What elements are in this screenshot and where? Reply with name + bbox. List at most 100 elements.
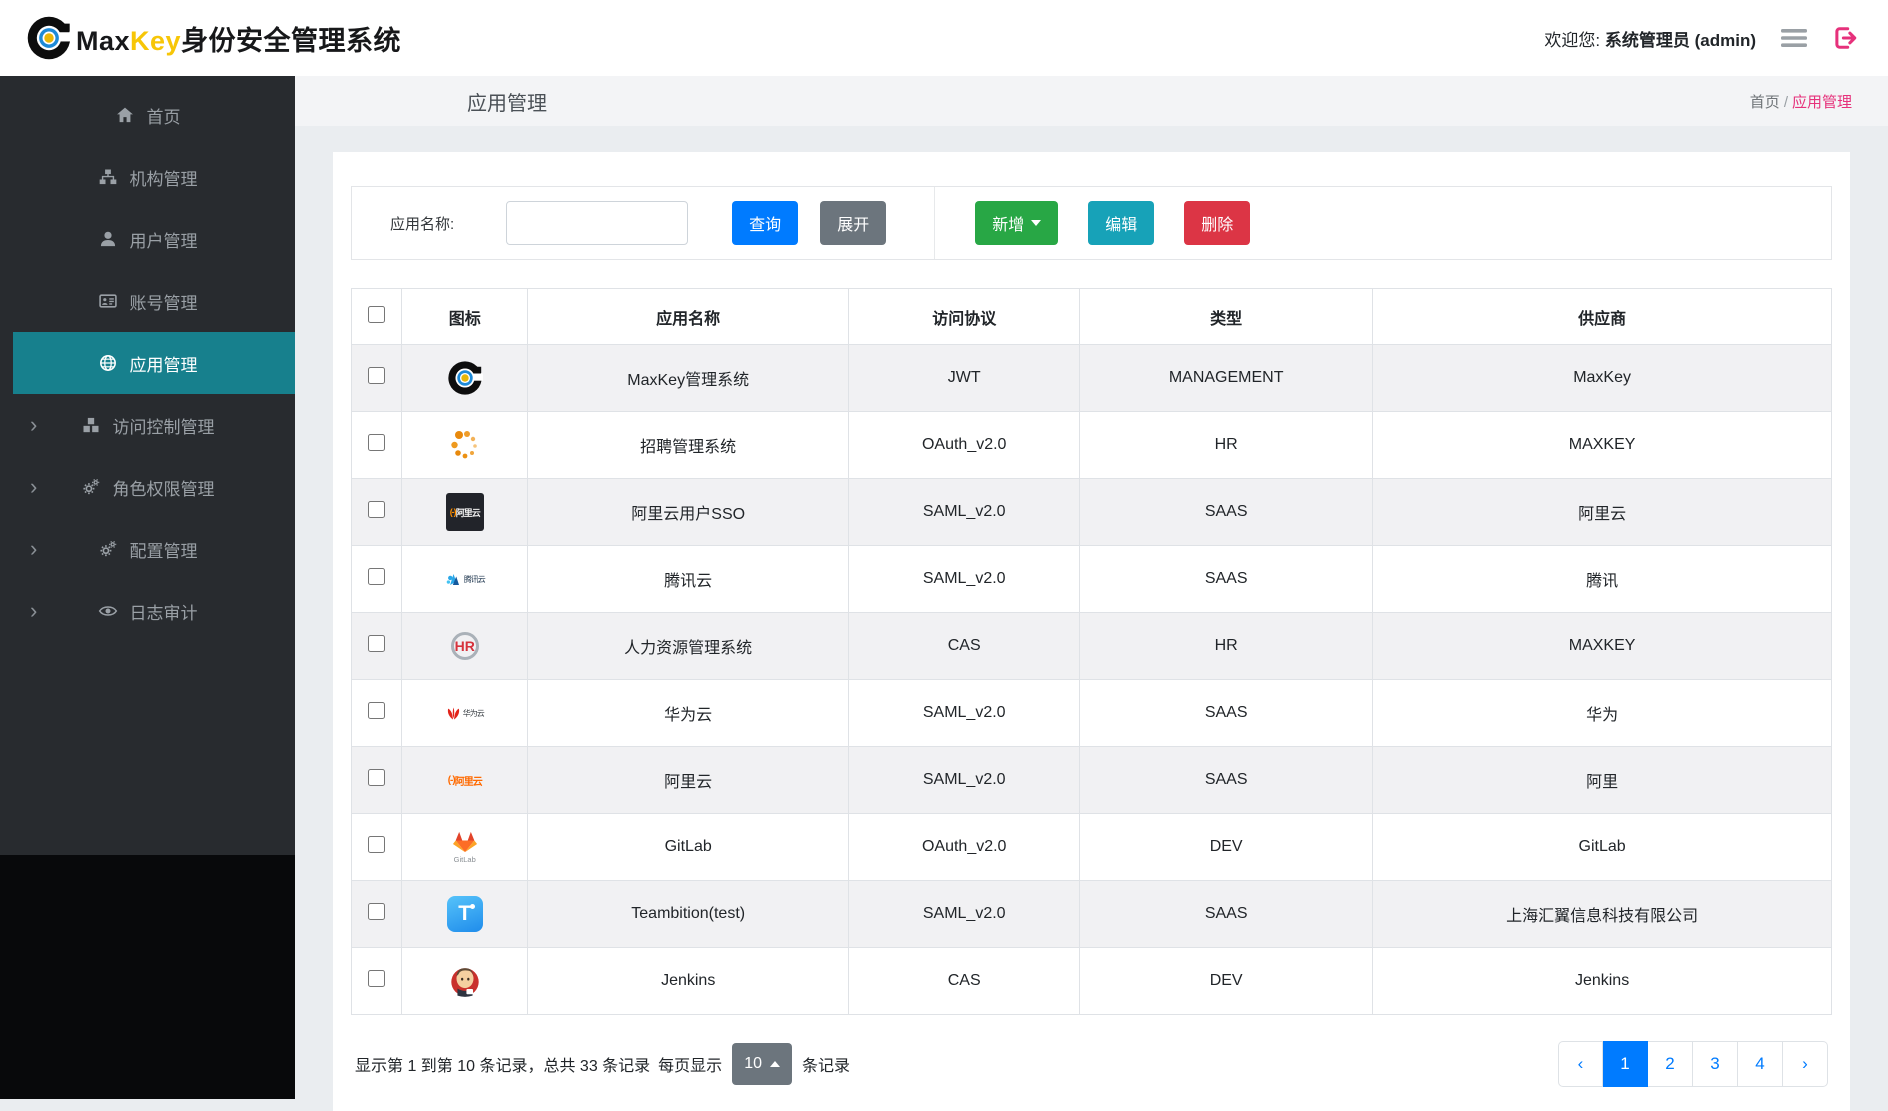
type-cell: SAAS bbox=[1079, 679, 1374, 747]
type-cell: DEV bbox=[1079, 947, 1374, 1015]
aliyun-light-icon: (-) 阿里云 bbox=[447, 774, 483, 788]
sidebar-item-label: 应用管理 bbox=[129, 355, 198, 375]
row-icon-cell: T bbox=[401, 880, 529, 948]
table-row: Jenkins CAS DEV Jenkins bbox=[350, 947, 1832, 1015]
user-icon bbox=[100, 231, 115, 247]
table-row: (-) 阿里云 阿里云 SAML_v2.0 SAAS 阿里 bbox=[350, 746, 1832, 814]
app-name-input[interactable] bbox=[506, 201, 689, 245]
page-button-group: ‹ 1 2 3 4 › bbox=[1558, 1041, 1828, 1087]
sidebar-item-label: 日志审计 bbox=[129, 603, 198, 623]
breadcrumb: 首页 / 应用管理 bbox=[1749, 93, 1852, 111]
page-title: 应用管理 bbox=[467, 92, 547, 115]
vendor-cell: MaxKey bbox=[1372, 344, 1832, 412]
protocol-cell: SAML_v2.0 bbox=[848, 880, 1081, 948]
maxkey-admin-app: MaxKey身份安全管理系统 欢迎您: 系统管理员 (admin) 首页 机构管理… bbox=[0, 0, 1888, 1111]
welcome-text: 欢迎您: 系统管理员 (admin) bbox=[1544, 30, 1756, 50]
row-select-cell bbox=[350, 880, 403, 948]
vendor-cell: 阿里云 bbox=[1372, 478, 1832, 546]
maxkey-logo-icon bbox=[403, 358, 527, 398]
breadcrumb-home-link[interactable]: 首页 bbox=[1750, 94, 1780, 111]
page-header: 应用管理 首页 / 应用管理 bbox=[295, 76, 1888, 126]
breadcrumb-current: 应用管理 bbox=[1791, 93, 1852, 111]
sidebar-item-account[interactable]: 账号管理 bbox=[0, 270, 295, 332]
select-all-checkbox[interactable] bbox=[368, 305, 386, 323]
gears-icon bbox=[99, 540, 116, 557]
page-button-4[interactable]: 4 bbox=[1738, 1041, 1783, 1087]
row-checkbox[interactable] bbox=[368, 635, 386, 652]
protocol-cell: SAML_v2.0 bbox=[848, 746, 1081, 814]
row-select-cell bbox=[350, 612, 403, 680]
vendor-cell: MAXKEY bbox=[1372, 411, 1832, 479]
apps-table: 图标 应用名称 访问协议 类型 供应商 MaxKey管理系统 JWT MANAGEM… bbox=[350, 288, 1832, 1015]
page-button-2[interactable]: 2 bbox=[1648, 1041, 1693, 1087]
table-row: MaxKey管理系统 JWT MANAGEMENT MaxKey bbox=[350, 344, 1832, 412]
col-protocol: 访问协议 bbox=[848, 288, 1081, 345]
row-checkbox[interactable] bbox=[368, 903, 386, 920]
row-select-cell bbox=[350, 746, 403, 814]
row-icon-cell: HR bbox=[401, 612, 529, 680]
content: 应用管理 首页 / 应用管理 应用名称: 查询 展开 新增 编辑 删除 图标 应… bbox=[295, 76, 1888, 1111]
delete-button[interactable]: 删除 bbox=[1184, 201, 1251, 245]
page-size-dropdown[interactable]: 10 bbox=[732, 1043, 792, 1085]
maxkey-logo-icon bbox=[26, 15, 72, 61]
hr-system-icon: HR bbox=[403, 626, 527, 666]
row-checkbox[interactable] bbox=[368, 367, 386, 384]
eye-icon bbox=[98, 606, 117, 616]
sidebar-item-audit[interactable]: › 日志审计 bbox=[0, 580, 295, 642]
row-checkbox[interactable] bbox=[368, 434, 386, 451]
row-checkbox[interactable] bbox=[368, 501, 386, 518]
app-name-label: 应用名称: bbox=[390, 215, 455, 233]
sidebar-item-label: 访问控制管理 bbox=[112, 417, 215, 437]
protocol-cell: OAuth_v2.0 bbox=[848, 411, 1081, 479]
logout-icon[interactable] bbox=[1832, 25, 1858, 51]
sidebar-item-home[interactable]: 首页 bbox=[0, 84, 295, 146]
cubes-icon bbox=[83, 417, 98, 433]
teambition-icon: T bbox=[403, 894, 527, 934]
row-checkbox[interactable] bbox=[368, 836, 386, 853]
row-checkbox[interactable] bbox=[368, 970, 386, 987]
vendor-cell: MAXKEY bbox=[1372, 612, 1832, 680]
col-vendor: 供应商 bbox=[1372, 288, 1832, 345]
expand-button[interactable]: 展开 bbox=[820, 201, 887, 245]
vendor-cell: Jenkins bbox=[1372, 947, 1832, 1015]
sidebar-menu: 首页 机构管理 用户管理 账号管理 应用管理 › 访问控制管理 › 角色权限管理 › 配置管理 › 日志… bbox=[0, 76, 295, 855]
col-icon: 图标 bbox=[401, 288, 529, 345]
add-button[interactable]: 新增 bbox=[975, 201, 1059, 245]
row-select-cell bbox=[350, 813, 403, 881]
sidebar-item-app[interactable]: 应用管理 bbox=[0, 332, 295, 394]
sidebar-item-user[interactable]: 用户管理 bbox=[0, 208, 295, 270]
page-button-3[interactable]: 3 bbox=[1693, 1041, 1738, 1087]
row-select-cell bbox=[350, 679, 403, 747]
row-checkbox[interactable] bbox=[368, 702, 386, 719]
row-icon-cell: 腾讯云 bbox=[401, 545, 529, 613]
table-row: T Teambition(test) SAML_v2.0 SAAS 上海汇翼信息科技有限… bbox=[350, 880, 1832, 948]
gitlab-icon: GitLab bbox=[403, 827, 527, 867]
page-button-1[interactable]: 1 bbox=[1603, 1041, 1648, 1087]
type-cell: MANAGEMENT bbox=[1079, 344, 1374, 412]
app-name-cell: MaxKey管理系统 bbox=[527, 344, 850, 412]
edit-button[interactable]: 编辑 bbox=[1088, 201, 1155, 245]
sidebar-item-org[interactable]: 机构管理 bbox=[0, 146, 295, 208]
sidebar-item-config[interactable]: › 配置管理 bbox=[0, 518, 295, 580]
menu-toggle-icon[interactable] bbox=[1780, 27, 1808, 49]
sidebar-item-label: 首页 bbox=[146, 107, 181, 127]
spinner-dots-icon bbox=[403, 425, 527, 465]
app-name-cell: 人力资源管理系统 bbox=[527, 612, 850, 680]
current-user: 系统管理员 (admin) bbox=[1604, 30, 1756, 50]
sidebar-item-access[interactable]: › 访问控制管理 bbox=[0, 394, 295, 456]
app-name-cell: 招聘管理系统 bbox=[527, 411, 850, 479]
row-icon-cell: 华为云 bbox=[401, 679, 529, 747]
id-card-icon bbox=[98, 294, 117, 308]
table-row: 招聘管理系统 OAuth_v2.0 HR MAXKEY bbox=[350, 411, 1832, 479]
next-page-button[interactable]: › bbox=[1783, 1041, 1828, 1087]
sidebar-item-label: 配置管理 bbox=[129, 541, 198, 561]
row-checkbox[interactable] bbox=[368, 769, 386, 786]
row-icon-cell: (-) 阿里云 bbox=[401, 478, 529, 546]
per-page-suffix: 条记录 bbox=[801, 1058, 850, 1075]
chevron-right-icon: › bbox=[30, 598, 38, 623]
prev-page-button[interactable]: ‹ bbox=[1558, 1041, 1603, 1087]
chevron-right-icon: › bbox=[30, 474, 38, 499]
query-button[interactable]: 查询 bbox=[732, 201, 799, 245]
sidebar-item-role[interactable]: › 角色权限管理 bbox=[0, 456, 295, 518]
row-checkbox[interactable] bbox=[368, 568, 386, 585]
